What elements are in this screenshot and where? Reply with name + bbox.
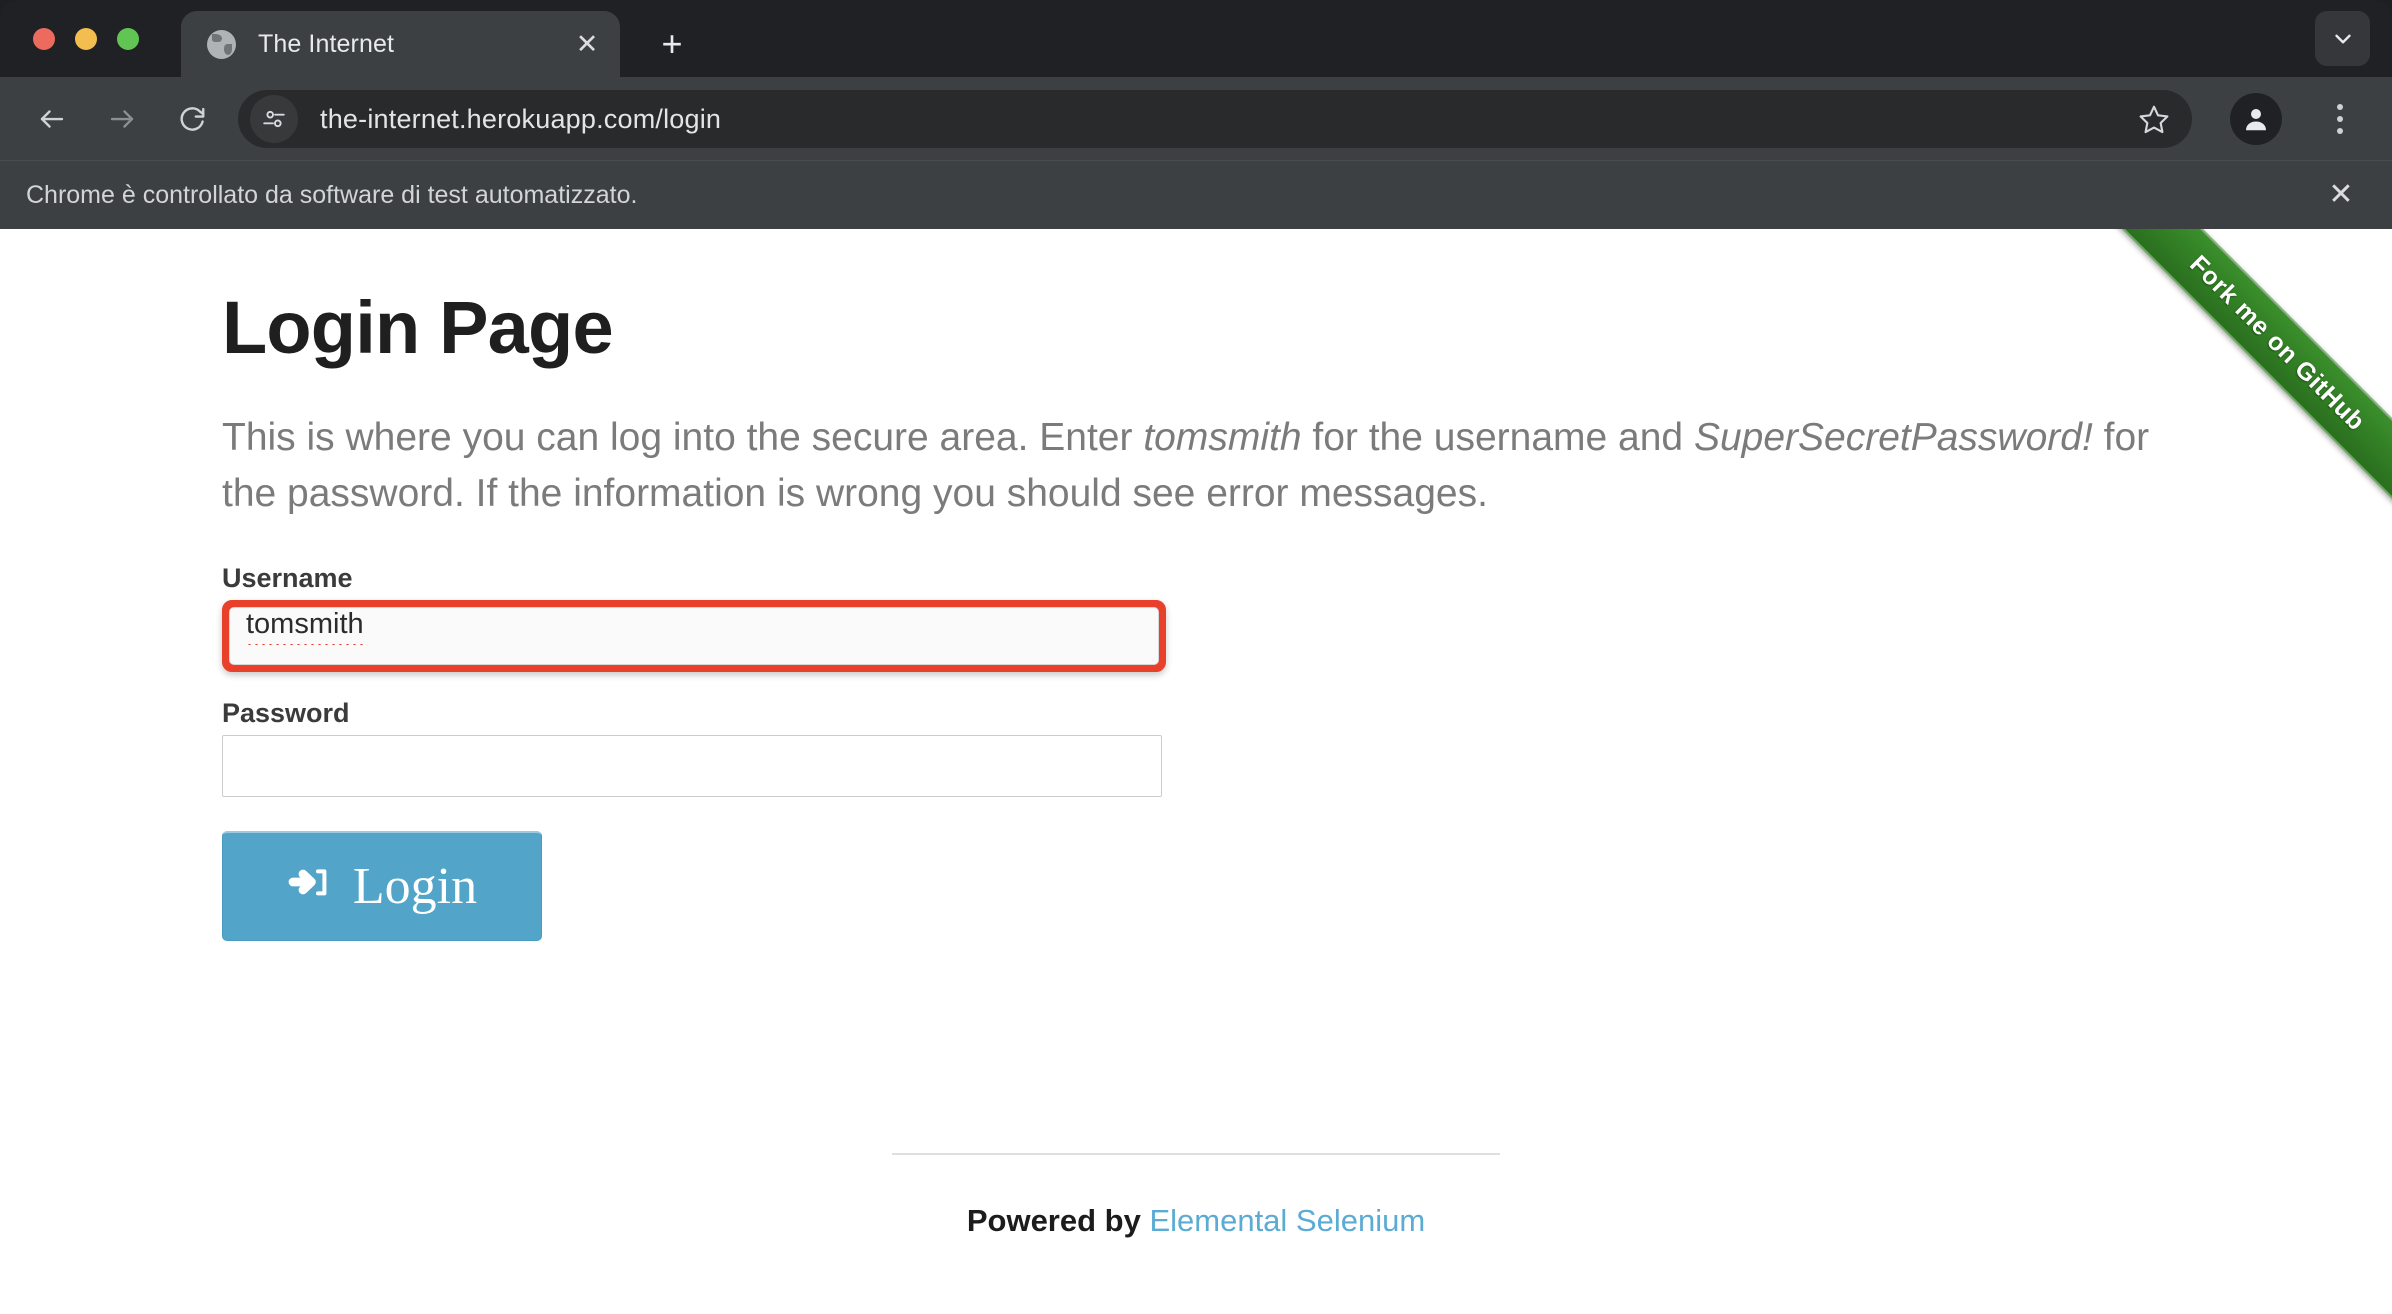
footer-divider xyxy=(892,1153,1500,1155)
tab-title: The Internet xyxy=(258,29,395,58)
window-maximize-button[interactable] xyxy=(117,28,139,50)
page-description: This is where you can log into the secur… xyxy=(222,410,2152,521)
window-traffic-lights xyxy=(33,28,139,50)
tab-strip: The Internet ✕ + xyxy=(0,0,2392,77)
window-minimize-button[interactable] xyxy=(75,28,97,50)
username-field-highlight: tomsmith xyxy=(222,600,1166,673)
footer-text: Powered by Elemental Selenium xyxy=(0,1203,2392,1239)
url-text: the-internet.herokuapp.com/login xyxy=(320,103,722,134)
menu-dot xyxy=(2337,116,2343,122)
chevron-down-icon[interactable] xyxy=(2315,11,2370,66)
automation-infobar-message: Chrome è controllato da software di test… xyxy=(26,180,638,209)
forward-arrow-icon[interactable] xyxy=(96,93,148,145)
automation-infobar: Chrome è controllato da software di test… xyxy=(0,160,2392,229)
new-tab-button[interactable]: + xyxy=(648,20,696,68)
browser-tab[interactable]: The Internet ✕ xyxy=(181,11,620,77)
page-content: Login Page This is where you can log int… xyxy=(0,229,2392,942)
three-dots-icon[interactable] xyxy=(2314,93,2366,145)
field-spacer xyxy=(222,672,2392,698)
username-input[interactable]: tomsmith xyxy=(229,607,1159,666)
browser-toolbar: the-internet.herokuapp.com/login xyxy=(0,77,2392,160)
close-icon[interactable]: ✕ xyxy=(2316,170,2366,220)
desc-part-2: for the username and xyxy=(1301,416,1694,460)
menu-dot xyxy=(2337,128,2343,134)
login-button[interactable]: Login xyxy=(222,831,542,942)
desc-username-emphasis: tomsmith xyxy=(1143,416,1302,460)
page-title: Login Page xyxy=(222,286,614,369)
password-input[interactable] xyxy=(222,735,1162,798)
page-viewport: Fork me on GitHub Login Page This is whe… xyxy=(0,229,2392,1314)
sign-in-icon xyxy=(287,863,335,911)
reload-icon[interactable] xyxy=(166,93,218,145)
elemental-selenium-link[interactable]: Elemental Selenium xyxy=(1149,1203,1425,1238)
password-label: Password xyxy=(222,698,350,729)
back-arrow-icon[interactable] xyxy=(26,93,78,145)
globe-icon xyxy=(207,29,236,59)
username-input-value: tomsmith xyxy=(246,608,364,646)
tune-icon[interactable] xyxy=(250,95,298,143)
footer-powered-by: Powered by xyxy=(966,1203,1150,1238)
avatar[interactable] xyxy=(2230,93,2282,145)
username-label: Username xyxy=(222,563,353,594)
menu-dot xyxy=(2337,104,2343,110)
login-form: Username tomsmith Password Login xyxy=(222,563,2392,942)
close-icon[interactable]: ✕ xyxy=(564,21,610,67)
window-close-button[interactable] xyxy=(33,28,55,50)
star-icon[interactable] xyxy=(2130,95,2178,143)
desc-part-1: This is where you can log into the secur… xyxy=(222,416,1144,460)
desc-password-emphasis: SuperSecretPassword! xyxy=(1693,416,2093,460)
address-bar[interactable]: the-internet.herokuapp.com/login xyxy=(238,90,2192,148)
browser-window: The Internet ✕ + the-internet.herokuapp.… xyxy=(0,0,2392,1314)
page-footer: Powered by Elemental Selenium xyxy=(0,1153,2392,1239)
login-button-label: Login xyxy=(352,858,478,916)
